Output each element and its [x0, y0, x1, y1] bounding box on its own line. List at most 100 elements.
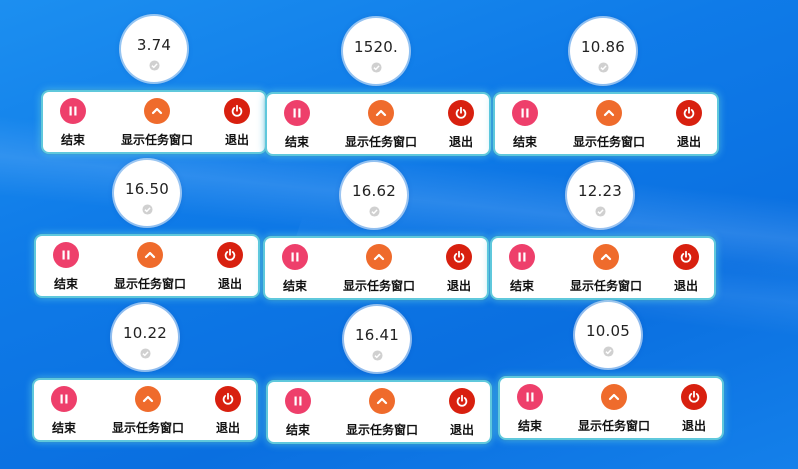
- power-icon: [446, 244, 472, 270]
- control-panel: 结束 显示任务窗口 退出: [263, 236, 489, 300]
- exit-button[interactable]: 退出: [215, 98, 259, 148]
- chevron-up-icon: [144, 98, 170, 124]
- exit-button[interactable]: 退出: [664, 244, 708, 294]
- timer-bubble: 10.86: [570, 18, 636, 84]
- chevron-up-icon: [137, 242, 163, 268]
- power-icon: [681, 384, 707, 410]
- exit-button[interactable]: 退出: [206, 386, 250, 436]
- stop-button[interactable]: 结束: [278, 388, 318, 438]
- stop-button[interactable]: 结束: [46, 242, 86, 292]
- chevron-up-icon: [593, 244, 619, 270]
- show-task-window-button[interactable]: 显示任务窗口: [107, 98, 207, 148]
- control-panel: 结束 显示任务窗口 退出: [498, 376, 724, 440]
- exit-button[interactable]: 退出: [208, 242, 252, 292]
- power-icon: [215, 386, 241, 412]
- stop-button[interactable]: 结束: [505, 100, 545, 150]
- timer-value: 10.86: [581, 38, 625, 56]
- stop-button[interactable]: 结束: [44, 386, 84, 436]
- exit-button-label: 退出: [676, 135, 701, 149]
- pause-icon: [512, 100, 538, 126]
- power-icon: [449, 388, 475, 414]
- show-task-window-button[interactable]: 显示任务窗口: [556, 244, 656, 294]
- timer-value: 3.74: [136, 36, 172, 54]
- show-task-window-label: 显示任务窗口: [577, 419, 650, 433]
- pause-icon: [284, 100, 310, 126]
- stop-button-label: 结束: [517, 419, 542, 433]
- show-task-window-button[interactable]: 显示任务窗口: [98, 386, 198, 436]
- timer-value: 12.23: [578, 182, 622, 200]
- show-task-window-label: 显示任务窗口: [342, 279, 415, 293]
- stop-button[interactable]: 结束: [275, 244, 315, 294]
- timer-bubble: 16.41: [344, 306, 410, 372]
- chevron-up-icon: [369, 388, 395, 414]
- control-panel: 结束 显示任务窗口 退出: [490, 236, 716, 300]
- exit-button[interactable]: 退出: [672, 384, 716, 434]
- show-task-window-label: 显示任务窗口: [345, 423, 418, 437]
- timer-value: 10.05: [586, 322, 630, 340]
- stop-button[interactable]: 结束: [53, 98, 93, 148]
- show-task-window-label: 显示任务窗口: [572, 135, 645, 149]
- show-task-window-label: 显示任务窗口: [113, 277, 186, 291]
- power-icon: [217, 242, 243, 268]
- exit-button[interactable]: 退出: [440, 388, 484, 438]
- check-icon: [602, 346, 614, 357]
- stop-button[interactable]: 结束: [277, 100, 317, 150]
- show-task-window-button[interactable]: 显示任务窗口: [332, 388, 432, 438]
- timer-widget-2: 1520. 结束 显示任务窗口 退出: [265, 18, 495, 166]
- stop-button-label: 结束: [284, 135, 309, 149]
- stop-button-label: 结束: [53, 277, 78, 291]
- exit-button[interactable]: 退出: [437, 244, 481, 294]
- check-icon: [370, 62, 382, 73]
- chevron-up-icon: [601, 384, 627, 410]
- stop-button-label: 结束: [282, 279, 307, 293]
- stop-button[interactable]: 结束: [502, 244, 542, 294]
- control-panel: 结束 显示任务窗口 退出: [266, 380, 492, 444]
- pause-icon: [517, 384, 543, 410]
- timer-value: 1520.: [354, 38, 398, 56]
- timer-value: 16.50: [125, 180, 169, 198]
- exit-button-label: 退出: [448, 135, 473, 149]
- show-task-window-button[interactable]: 显示任务窗口: [559, 100, 659, 150]
- timer-bubble: 3.74: [121, 16, 187, 82]
- timer-bubble: 16.50: [114, 160, 180, 226]
- show-task-window-button[interactable]: 显示任务窗口: [100, 242, 200, 292]
- show-task-window-label: 显示任务窗口: [111, 421, 184, 435]
- exit-button[interactable]: 退出: [439, 100, 483, 150]
- pause-icon: [53, 242, 79, 268]
- power-icon: [448, 100, 474, 126]
- control-panel: 结束 显示任务窗口 退出: [265, 92, 491, 156]
- timer-widget-9: 10.05 结束 显示任务窗口 退出: [498, 302, 728, 450]
- chevron-up-icon: [596, 100, 622, 126]
- control-panel: 结束 显示任务窗口 退出: [34, 234, 260, 298]
- check-icon: [141, 204, 153, 215]
- exit-button-label: 退出: [224, 133, 249, 147]
- timer-bubble: 1520.: [343, 18, 409, 84]
- exit-button-label: 退出: [215, 421, 240, 435]
- timer-bubble: 12.23: [567, 162, 633, 228]
- exit-button-label: 退出: [673, 279, 698, 293]
- exit-button[interactable]: 退出: [667, 100, 711, 150]
- control-panel: 结束 显示任务窗口 退出: [32, 378, 258, 442]
- show-task-window-button[interactable]: 显示任务窗口: [329, 244, 429, 294]
- pause-icon: [285, 388, 311, 414]
- stop-button-label: 结束: [509, 279, 534, 293]
- pause-icon: [51, 386, 77, 412]
- timer-widget-4: 16.50 结束 显示任务窗口 退出: [34, 160, 264, 308]
- timer-widget-3: 10.86 结束 显示任务窗口 退出: [493, 18, 723, 166]
- timer-widget-6: 12.23 结束 显示任务窗口 退出: [490, 162, 720, 310]
- check-icon: [597, 62, 609, 73]
- show-task-window-label: 显示任务窗口: [569, 279, 642, 293]
- chevron-up-icon: [368, 100, 394, 126]
- timer-bubble: 10.05: [575, 302, 641, 368]
- stop-button[interactable]: 结束: [510, 384, 550, 434]
- pause-icon: [282, 244, 308, 270]
- pause-icon: [60, 98, 86, 124]
- power-icon: [673, 244, 699, 270]
- stop-button-label: 结束: [60, 133, 85, 147]
- show-task-window-button[interactable]: 显示任务窗口: [564, 384, 664, 434]
- show-task-window-label: 显示任务窗口: [344, 135, 417, 149]
- check-icon: [139, 348, 151, 359]
- show-task-window-button[interactable]: 显示任务窗口: [331, 100, 431, 150]
- control-panel: 结束 显示任务窗口 退出: [493, 92, 719, 156]
- exit-button-label: 退出: [449, 423, 474, 437]
